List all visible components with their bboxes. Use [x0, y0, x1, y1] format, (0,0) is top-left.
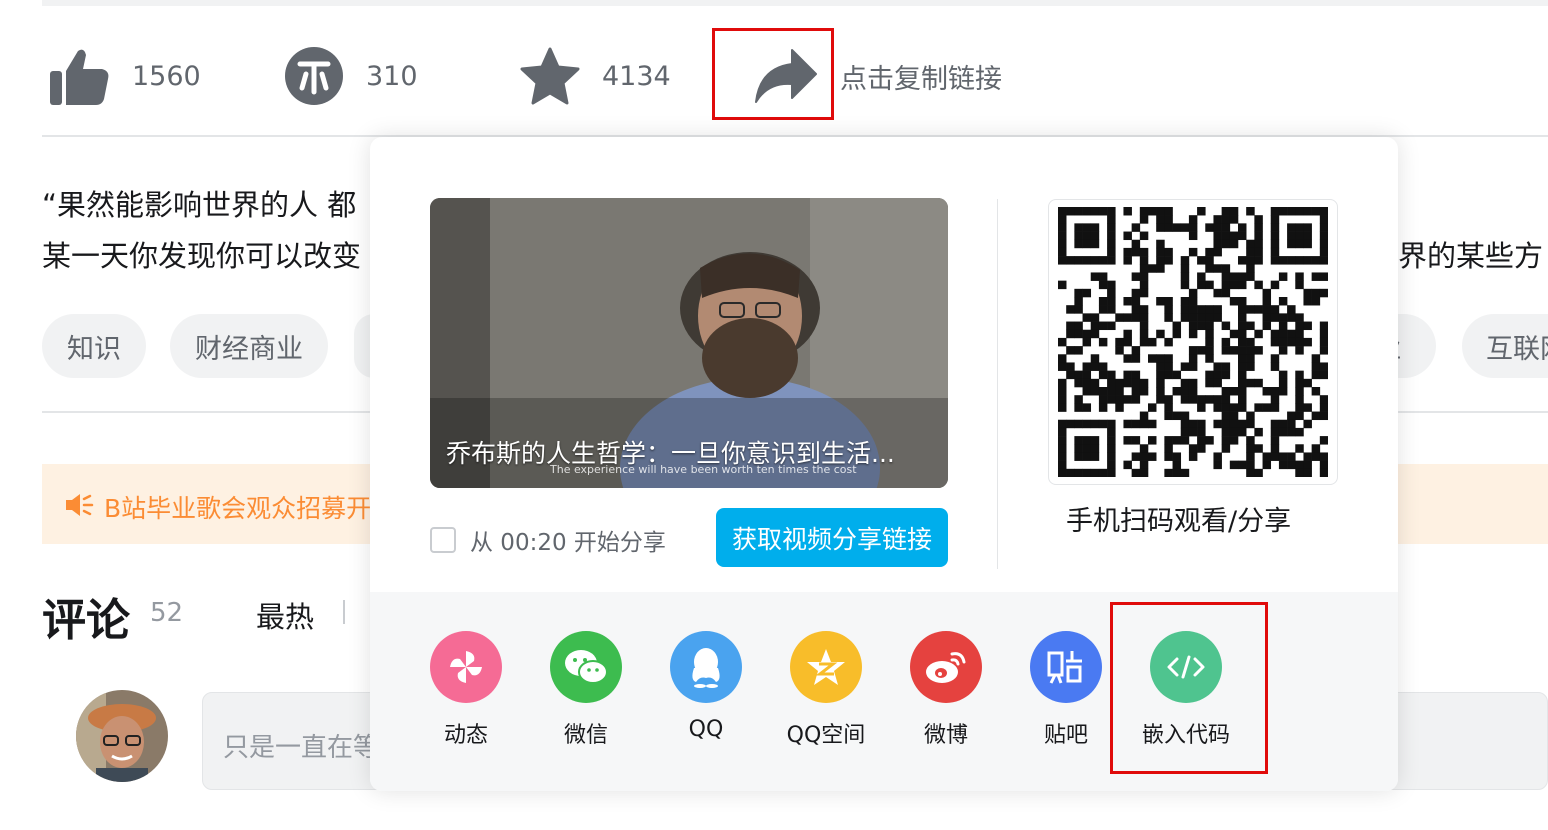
video-title: 乔布斯的人生哲学：一旦你意识到生活... [446, 439, 895, 468]
comments-title: 评论 [42, 595, 130, 646]
top-divider [42, 0, 1548, 6]
start-time-share-option[interactable]: 从 00:20 开始分享 [430, 523, 666, 557]
wechat-share-label: 微信 [563, 723, 608, 748]
qzone-share-label: QQ空间 [786, 723, 866, 748]
like-button[interactable]: 1560 [48, 42, 201, 110]
wechat-icon [565, 650, 608, 684]
copy-link-hint[interactable]: 点击复制链接 [840, 57, 1002, 96]
like-count: 1560 [132, 60, 201, 92]
coin-icon [285, 47, 343, 105]
description-line-1: “果然能影响世界的人 都 [42, 188, 357, 222]
qq-icon [692, 648, 720, 688]
pinwheel-icon [450, 651, 482, 683]
comment-placeholder: 只是一直在等 [223, 733, 380, 763]
share-highlight-box [712, 28, 834, 120]
weibo-icon [926, 652, 966, 683]
sort-hot-tab[interactable]: 最热 [256, 594, 314, 636]
avatar[interactable] [76, 690, 168, 782]
embed-highlight-box [1110, 602, 1268, 774]
comments-count: 52 [150, 598, 184, 628]
tieba-share-label: 贴吧 [1043, 723, 1088, 748]
qzone-icon [807, 649, 845, 685]
tieba-share-button[interactable] [1030, 631, 1102, 703]
tag-finance-business[interactable]: 财经商业 [170, 314, 328, 378]
get-share-link-button[interactable]: 获取视频分享链接 [716, 508, 948, 567]
qq-share-label: QQ [688, 717, 724, 742]
start-time-checkbox[interactable] [430, 527, 456, 553]
speaker-icon [66, 494, 94, 516]
description-line-2: 某一天你发现你可以改变 [42, 239, 362, 273]
tag-knowledge[interactable]: 知识 [42, 314, 146, 378]
popup-vertical-divider [997, 199, 998, 569]
thumbs-up-icon [50, 49, 109, 105]
wechat-share-button[interactable] [550, 631, 622, 703]
sort-separator [343, 600, 345, 624]
coin-button[interactable]: 310 [284, 42, 418, 110]
qq-share-button[interactable] [670, 631, 742, 703]
video-thumbnail[interactable]: The experience will have been worth ten … [430, 198, 948, 488]
share-popup: The experience will have been worth ten … [370, 137, 1398, 791]
favorite-count: 4134 [602, 60, 671, 92]
favorite-button[interactable]: 4134 [520, 42, 671, 110]
weibo-share-button[interactable] [910, 631, 982, 703]
qzone-share-button[interactable] [790, 631, 862, 703]
qr-code [1048, 199, 1338, 485]
tieba-icon [1047, 651, 1082, 684]
tag-internet[interactable]: 互联网 [1462, 314, 1548, 378]
start-time-label: 从 00:20 开始分享 [470, 530, 666, 556]
coin-count: 310 [366, 60, 418, 92]
weibo-share-label: 微博 [923, 723, 968, 748]
description-line-2-right: 界的某些方 [1398, 239, 1544, 273]
qr-code-image [1058, 207, 1328, 477]
qr-label: 手机扫码观看/分享 [1066, 506, 1292, 537]
dynamic-share-label: 动态 [443, 723, 488, 748]
star-icon [520, 47, 580, 105]
dynamic-share-button[interactable] [430, 631, 502, 703]
notice-text: B站毕业歌会观众招募开 [104, 494, 372, 523]
